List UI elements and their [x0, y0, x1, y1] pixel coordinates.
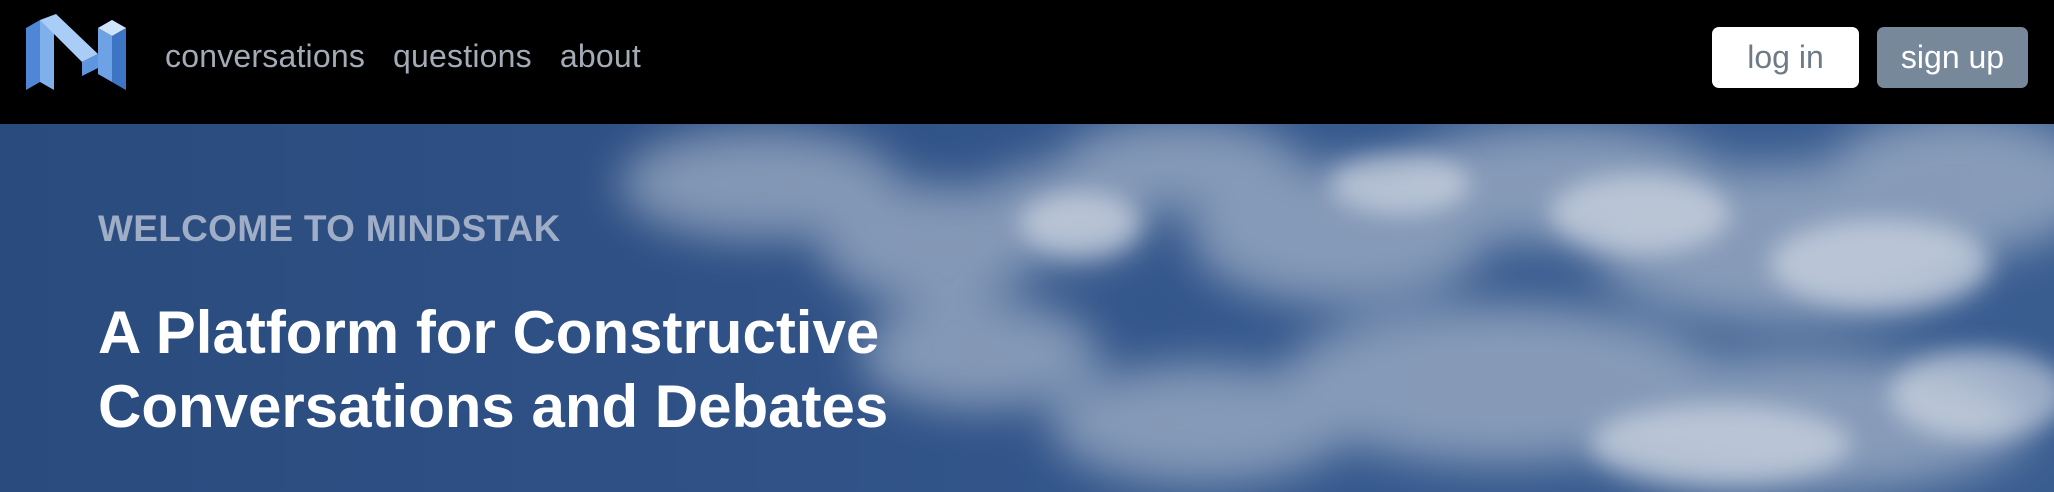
login-button[interactable]: log in: [1712, 27, 1859, 88]
mindstak-logo-icon[interactable]: [26, 14, 126, 90]
signup-button[interactable]: sign up: [1877, 27, 2028, 88]
top-navbar: conversations questions about log in sig…: [0, 0, 2054, 124]
nav-link-conversations[interactable]: conversations: [165, 38, 365, 75]
hero-title-line-1: A Platform for Constructive: [98, 299, 880, 366]
nav-link-about[interactable]: about: [560, 38, 641, 75]
hero-title-line-2: Conversations and Debates: [98, 373, 889, 440]
nav-link-questions[interactable]: questions: [393, 38, 532, 75]
main-nav: conversations questions about: [165, 0, 641, 112]
hero-title: A Platform for Constructive Conversation…: [98, 296, 1098, 444]
hero-banner: WELCOME TO MINDSTAK A Platform for Const…: [0, 124, 2054, 492]
hero-kicker: WELCOME TO MINDSTAK: [98, 208, 561, 249]
